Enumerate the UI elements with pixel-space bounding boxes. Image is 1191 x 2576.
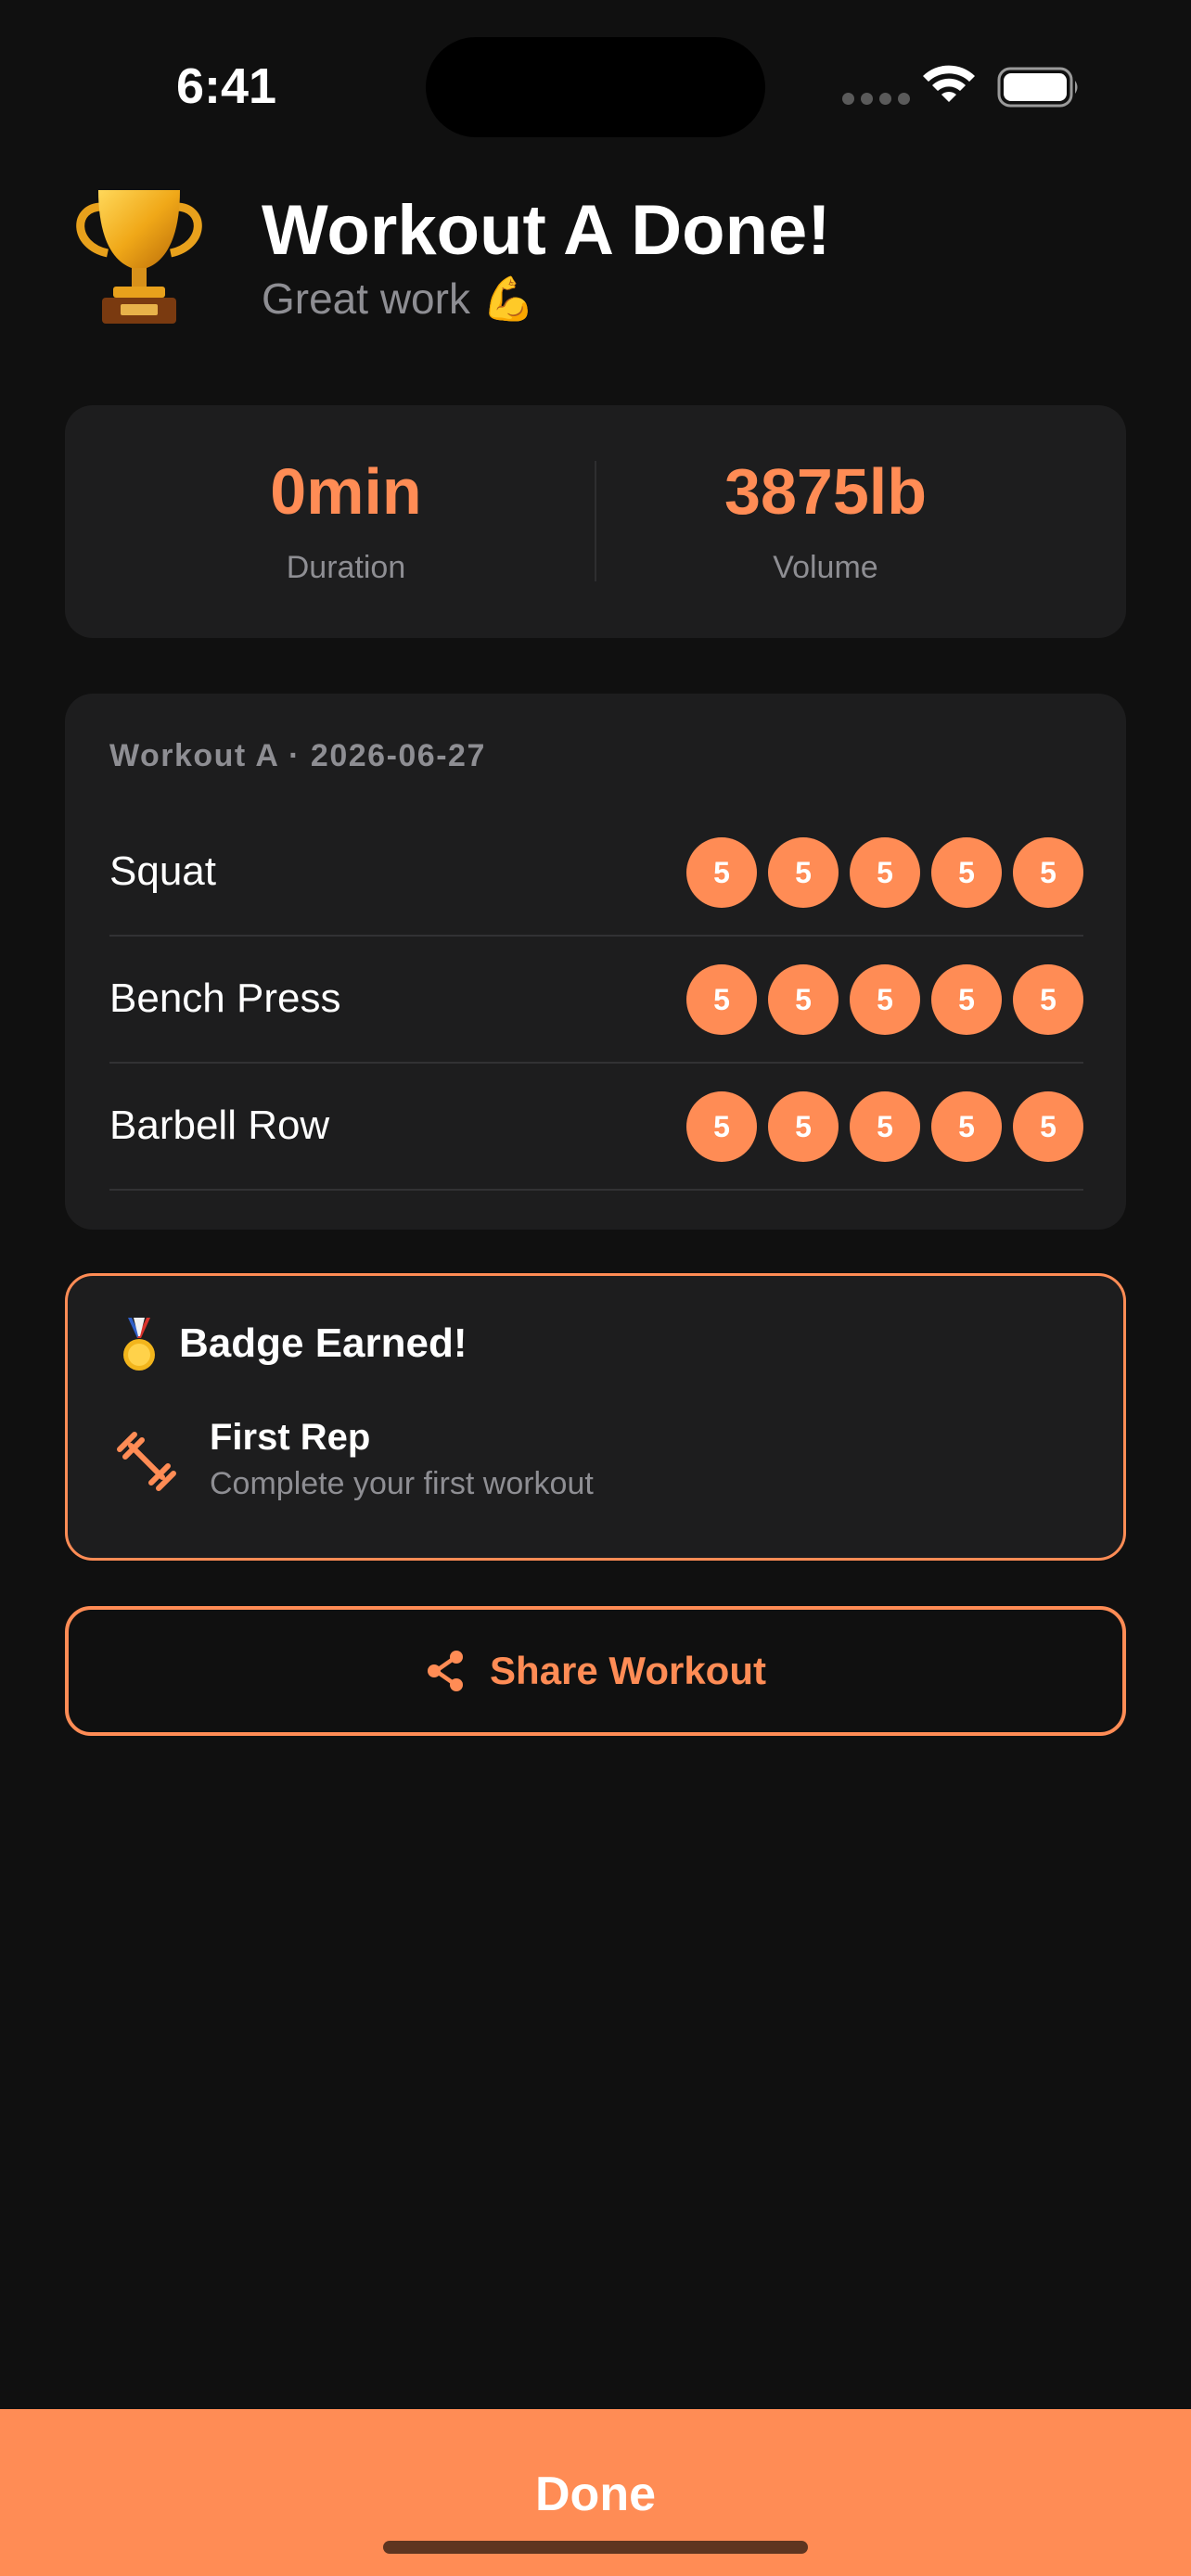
rep-circle: 5 xyxy=(850,1091,920,1162)
share-icon xyxy=(428,1651,464,1691)
rep-list: 5 5 5 5 5 xyxy=(686,1091,1083,1162)
rep-circle: 5 xyxy=(768,964,839,1035)
rep-circle: 5 xyxy=(931,1091,1002,1162)
rep-circle: 5 xyxy=(931,964,1002,1035)
exercise-row-barbell-row: Barbell Row 5 5 5 5 5 xyxy=(109,1064,1083,1191)
medal-icon xyxy=(123,1318,155,1371)
exercise-name: Squat xyxy=(109,848,216,894)
dynamic-island xyxy=(426,37,765,137)
volume-value: 3875lb xyxy=(724,455,927,528)
volume-stat: 3875lb Volume xyxy=(584,459,1067,586)
volume-label: Volume xyxy=(773,550,878,585)
rep-circle: 5 xyxy=(1013,837,1083,908)
status-bar: 6:41 xyxy=(0,0,1191,176)
done-label: Done xyxy=(535,2468,656,2521)
rep-circle: 5 xyxy=(686,964,757,1035)
exercise-row-bench-press: Bench Press 5 5 5 5 5 xyxy=(109,937,1083,1064)
rep-circle: 5 xyxy=(686,837,757,908)
exercise-name: Bench Press xyxy=(109,976,341,1021)
badge-name: First Rep xyxy=(210,1417,371,1458)
share-workout-button[interactable]: Share Workout xyxy=(65,1606,1126,1736)
rep-list: 5 5 5 5 5 xyxy=(686,837,1083,908)
home-indicator[interactable] xyxy=(383,2541,808,2554)
rep-circle: 5 xyxy=(931,837,1002,908)
duration-value: 0min xyxy=(270,455,422,528)
completion-header: Workout A Done! Great work 💪 xyxy=(65,181,1132,338)
rep-list: 5 5 5 5 5 xyxy=(686,964,1083,1035)
exercise-row-squat: Squat 5 5 5 5 5 xyxy=(109,810,1083,937)
badge-description: Complete your first workout xyxy=(210,1466,594,1501)
wifi-icon xyxy=(923,65,975,102)
rep-circle: 5 xyxy=(1013,1091,1083,1162)
rep-circle: 5 xyxy=(1013,964,1083,1035)
badge-heading: Badge Earned! xyxy=(179,1320,467,1366)
rep-circle: 5 xyxy=(850,837,920,908)
status-time: 6:41 xyxy=(176,58,277,114)
trophy-icon xyxy=(76,190,202,324)
battery-icon xyxy=(997,67,1078,108)
dumbbell-icon xyxy=(117,1432,176,1491)
duration-stat: 0min Duration xyxy=(105,459,587,586)
page-title: Workout A Done! xyxy=(262,191,831,270)
rep-circle: 5 xyxy=(686,1091,757,1162)
rep-circle: 5 xyxy=(768,837,839,908)
share-workout-label: Share Workout xyxy=(490,1649,766,1692)
rep-circle: 5 xyxy=(768,1091,839,1162)
workout-meta: Workout A · 2026-06-27 xyxy=(109,738,486,773)
cellular-signal-icon xyxy=(842,93,910,105)
page-subtitle: Great work 💪 xyxy=(262,274,536,323)
stats-card: 0min Duration 3875lb Volume xyxy=(65,405,1126,638)
rep-circle: 5 xyxy=(850,964,920,1035)
exercise-name: Barbell Row xyxy=(109,1103,330,1148)
duration-label: Duration xyxy=(286,550,406,585)
workout-summary-card: Workout A · 2026-06-27 Squat 5 5 5 5 5 B… xyxy=(65,694,1126,1230)
badge-earned-card: Badge Earned! First Rep Complete your fi… xyxy=(65,1273,1126,1561)
